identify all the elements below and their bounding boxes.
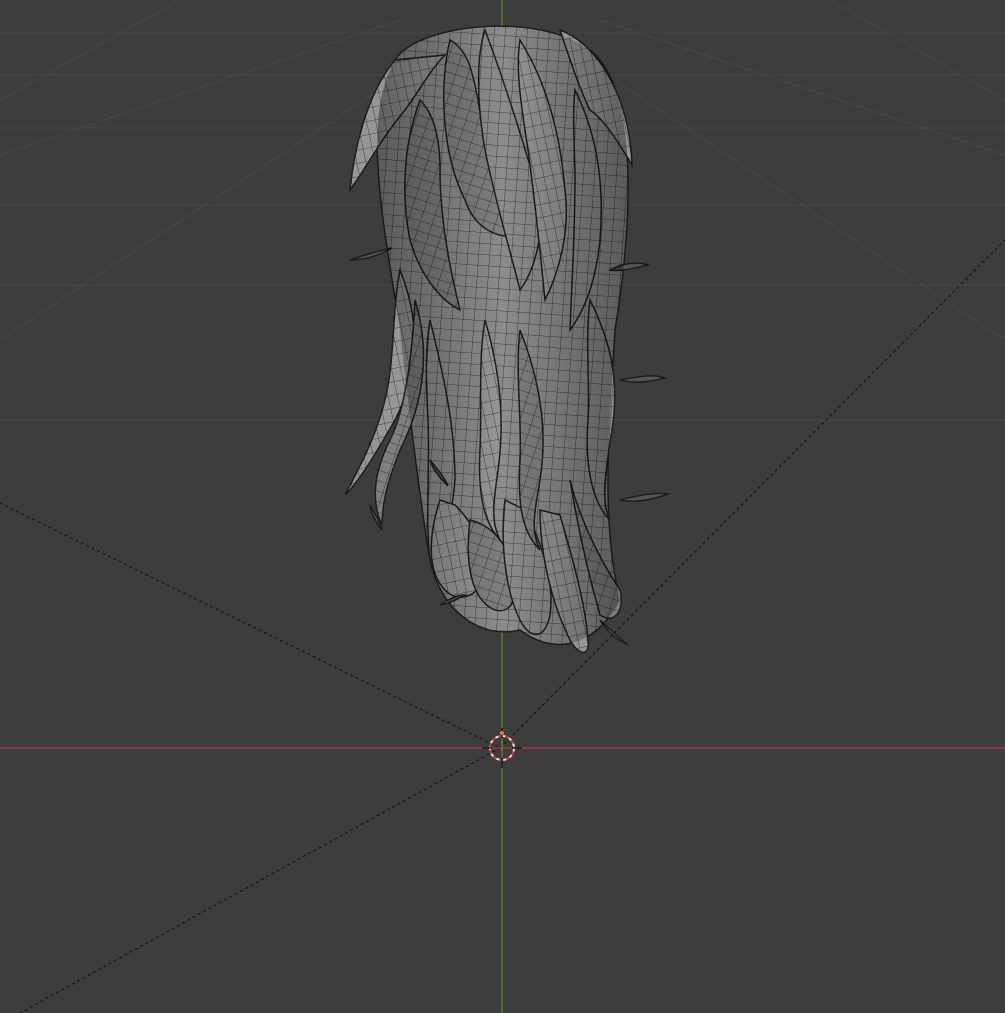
- hair-mesh[interactable]: [344, 25, 671, 654]
- 3d-viewport[interactable]: [0, 0, 1005, 1013]
- viewport-canvas[interactable]: [0, 0, 1005, 1013]
